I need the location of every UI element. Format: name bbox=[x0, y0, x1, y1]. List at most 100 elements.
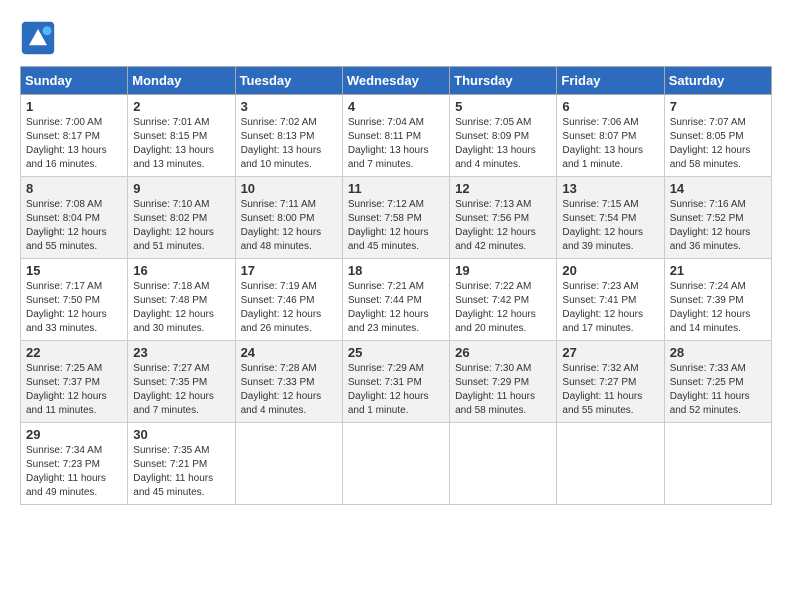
day-cell-30: 30 Sunrise: 7:35 AM Sunset: 7:21 PM Dayl… bbox=[128, 423, 235, 505]
header-tuesday: Tuesday bbox=[235, 67, 342, 95]
day-number: 3 bbox=[241, 99, 337, 114]
day-number: 23 bbox=[133, 345, 229, 360]
day-number: 5 bbox=[455, 99, 551, 114]
day-info: Sunrise: 7:12 AM Sunset: 7:58 PM Dayligh… bbox=[348, 198, 444, 254]
day-info: Sunrise: 7:35 AM Sunset: 7:21 PM Dayligh… bbox=[133, 444, 229, 500]
day-number: 4 bbox=[348, 99, 444, 114]
calendar-row: 29 Sunrise: 7:34 AM Sunset: 7:23 PM Dayl… bbox=[21, 423, 772, 505]
day-cell-20: 20 Sunrise: 7:23 AM Sunset: 7:41 PM Dayl… bbox=[557, 259, 664, 341]
day-cell-11: 11 Sunrise: 7:12 AM Sunset: 7:58 PM Dayl… bbox=[342, 177, 449, 259]
day-number: 28 bbox=[670, 345, 766, 360]
day-number: 16 bbox=[133, 263, 229, 278]
day-cell-2: 2 Sunrise: 7:01 AM Sunset: 8:15 PM Dayli… bbox=[128, 95, 235, 177]
day-cell-10: 10 Sunrise: 7:11 AM Sunset: 8:00 PM Dayl… bbox=[235, 177, 342, 259]
calendar-row: 22 Sunrise: 7:25 AM Sunset: 7:37 PM Dayl… bbox=[21, 341, 772, 423]
day-number: 1 bbox=[26, 99, 122, 114]
header-sunday: Sunday bbox=[21, 67, 128, 95]
empty-cell bbox=[664, 423, 771, 505]
empty-cell bbox=[342, 423, 449, 505]
day-number: 30 bbox=[133, 427, 229, 442]
day-number: 14 bbox=[670, 181, 766, 196]
day-number: 15 bbox=[26, 263, 122, 278]
day-number: 22 bbox=[26, 345, 122, 360]
day-cell-9: 9 Sunrise: 7:10 AM Sunset: 8:02 PM Dayli… bbox=[128, 177, 235, 259]
day-cell-27: 27 Sunrise: 7:32 AM Sunset: 7:27 PM Dayl… bbox=[557, 341, 664, 423]
day-cell-29: 29 Sunrise: 7:34 AM Sunset: 7:23 PM Dayl… bbox=[21, 423, 128, 505]
empty-cell bbox=[450, 423, 557, 505]
day-cell-7: 7 Sunrise: 7:07 AM Sunset: 8:05 PM Dayli… bbox=[664, 95, 771, 177]
day-info: Sunrise: 7:10 AM Sunset: 8:02 PM Dayligh… bbox=[133, 198, 229, 254]
day-number: 12 bbox=[455, 181, 551, 196]
day-info: Sunrise: 7:06 AM Sunset: 8:07 PM Dayligh… bbox=[562, 116, 658, 172]
day-number: 13 bbox=[562, 181, 658, 196]
day-number: 2 bbox=[133, 99, 229, 114]
day-number: 24 bbox=[241, 345, 337, 360]
day-cell-26: 26 Sunrise: 7:30 AM Sunset: 7:29 PM Dayl… bbox=[450, 341, 557, 423]
day-info: Sunrise: 7:33 AM Sunset: 7:25 PM Dayligh… bbox=[670, 362, 766, 418]
day-number: 19 bbox=[455, 263, 551, 278]
header-thursday: Thursday bbox=[450, 67, 557, 95]
day-info: Sunrise: 7:08 AM Sunset: 8:04 PM Dayligh… bbox=[26, 198, 122, 254]
day-info: Sunrise: 7:19 AM Sunset: 7:46 PM Dayligh… bbox=[241, 280, 337, 336]
day-number: 9 bbox=[133, 181, 229, 196]
day-info: Sunrise: 7:05 AM Sunset: 8:09 PM Dayligh… bbox=[455, 116, 551, 172]
day-info: Sunrise: 7:00 AM Sunset: 8:17 PM Dayligh… bbox=[26, 116, 122, 172]
page-header bbox=[20, 20, 772, 56]
logo bbox=[20, 20, 60, 56]
day-number: 26 bbox=[455, 345, 551, 360]
day-info: Sunrise: 7:18 AM Sunset: 7:48 PM Dayligh… bbox=[133, 280, 229, 336]
day-cell-23: 23 Sunrise: 7:27 AM Sunset: 7:35 PM Dayl… bbox=[128, 341, 235, 423]
day-cell-17: 17 Sunrise: 7:19 AM Sunset: 7:46 PM Dayl… bbox=[235, 259, 342, 341]
day-info: Sunrise: 7:02 AM Sunset: 8:13 PM Dayligh… bbox=[241, 116, 337, 172]
day-cell-5: 5 Sunrise: 7:05 AM Sunset: 8:09 PM Dayli… bbox=[450, 95, 557, 177]
empty-cell bbox=[557, 423, 664, 505]
day-cell-14: 14 Sunrise: 7:16 AM Sunset: 7:52 PM Dayl… bbox=[664, 177, 771, 259]
day-cell-1: 1 Sunrise: 7:00 AM Sunset: 8:17 PM Dayli… bbox=[21, 95, 128, 177]
day-number: 29 bbox=[26, 427, 122, 442]
day-info: Sunrise: 7:27 AM Sunset: 7:35 PM Dayligh… bbox=[133, 362, 229, 418]
header-monday: Monday bbox=[128, 67, 235, 95]
day-cell-16: 16 Sunrise: 7:18 AM Sunset: 7:48 PM Dayl… bbox=[128, 259, 235, 341]
day-info: Sunrise: 7:07 AM Sunset: 8:05 PM Dayligh… bbox=[670, 116, 766, 172]
day-info: Sunrise: 7:04 AM Sunset: 8:11 PM Dayligh… bbox=[348, 116, 444, 172]
day-info: Sunrise: 7:13 AM Sunset: 7:56 PM Dayligh… bbox=[455, 198, 551, 254]
day-info: Sunrise: 7:21 AM Sunset: 7:44 PM Dayligh… bbox=[348, 280, 444, 336]
day-info: Sunrise: 7:16 AM Sunset: 7:52 PM Dayligh… bbox=[670, 198, 766, 254]
day-cell-12: 12 Sunrise: 7:13 AM Sunset: 7:56 PM Dayl… bbox=[450, 177, 557, 259]
day-number: 7 bbox=[670, 99, 766, 114]
day-number: 11 bbox=[348, 181, 444, 196]
calendar-table: SundayMondayTuesdayWednesdayThursdayFrid… bbox=[20, 66, 772, 505]
day-cell-4: 4 Sunrise: 7:04 AM Sunset: 8:11 PM Dayli… bbox=[342, 95, 449, 177]
day-number: 8 bbox=[26, 181, 122, 196]
day-info: Sunrise: 7:22 AM Sunset: 7:42 PM Dayligh… bbox=[455, 280, 551, 336]
day-number: 18 bbox=[348, 263, 444, 278]
day-cell-24: 24 Sunrise: 7:28 AM Sunset: 7:33 PM Dayl… bbox=[235, 341, 342, 423]
day-cell-13: 13 Sunrise: 7:15 AM Sunset: 7:54 PM Dayl… bbox=[557, 177, 664, 259]
day-number: 6 bbox=[562, 99, 658, 114]
day-info: Sunrise: 7:28 AM Sunset: 7:33 PM Dayligh… bbox=[241, 362, 337, 418]
day-number: 10 bbox=[241, 181, 337, 196]
day-number: 25 bbox=[348, 345, 444, 360]
calendar-row: 8 Sunrise: 7:08 AM Sunset: 8:04 PM Dayli… bbox=[21, 177, 772, 259]
day-info: Sunrise: 7:30 AM Sunset: 7:29 PM Dayligh… bbox=[455, 362, 551, 418]
day-cell-22: 22 Sunrise: 7:25 AM Sunset: 7:37 PM Dayl… bbox=[21, 341, 128, 423]
logo-icon bbox=[20, 20, 56, 56]
day-info: Sunrise: 7:34 AM Sunset: 7:23 PM Dayligh… bbox=[26, 444, 122, 500]
header-row: SundayMondayTuesdayWednesdayThursdayFrid… bbox=[21, 67, 772, 95]
day-cell-15: 15 Sunrise: 7:17 AM Sunset: 7:50 PM Dayl… bbox=[21, 259, 128, 341]
day-cell-21: 21 Sunrise: 7:24 AM Sunset: 7:39 PM Dayl… bbox=[664, 259, 771, 341]
day-info: Sunrise: 7:17 AM Sunset: 7:50 PM Dayligh… bbox=[26, 280, 122, 336]
day-info: Sunrise: 7:25 AM Sunset: 7:37 PM Dayligh… bbox=[26, 362, 122, 418]
empty-cell bbox=[235, 423, 342, 505]
day-number: 17 bbox=[241, 263, 337, 278]
day-cell-19: 19 Sunrise: 7:22 AM Sunset: 7:42 PM Dayl… bbox=[450, 259, 557, 341]
day-cell-3: 3 Sunrise: 7:02 AM Sunset: 8:13 PM Dayli… bbox=[235, 95, 342, 177]
day-number: 27 bbox=[562, 345, 658, 360]
day-cell-8: 8 Sunrise: 7:08 AM Sunset: 8:04 PM Dayli… bbox=[21, 177, 128, 259]
header-wednesday: Wednesday bbox=[342, 67, 449, 95]
day-cell-25: 25 Sunrise: 7:29 AM Sunset: 7:31 PM Dayl… bbox=[342, 341, 449, 423]
day-info: Sunrise: 7:32 AM Sunset: 7:27 PM Dayligh… bbox=[562, 362, 658, 418]
header-friday: Friday bbox=[557, 67, 664, 95]
day-number: 21 bbox=[670, 263, 766, 278]
day-cell-6: 6 Sunrise: 7:06 AM Sunset: 8:07 PM Dayli… bbox=[557, 95, 664, 177]
